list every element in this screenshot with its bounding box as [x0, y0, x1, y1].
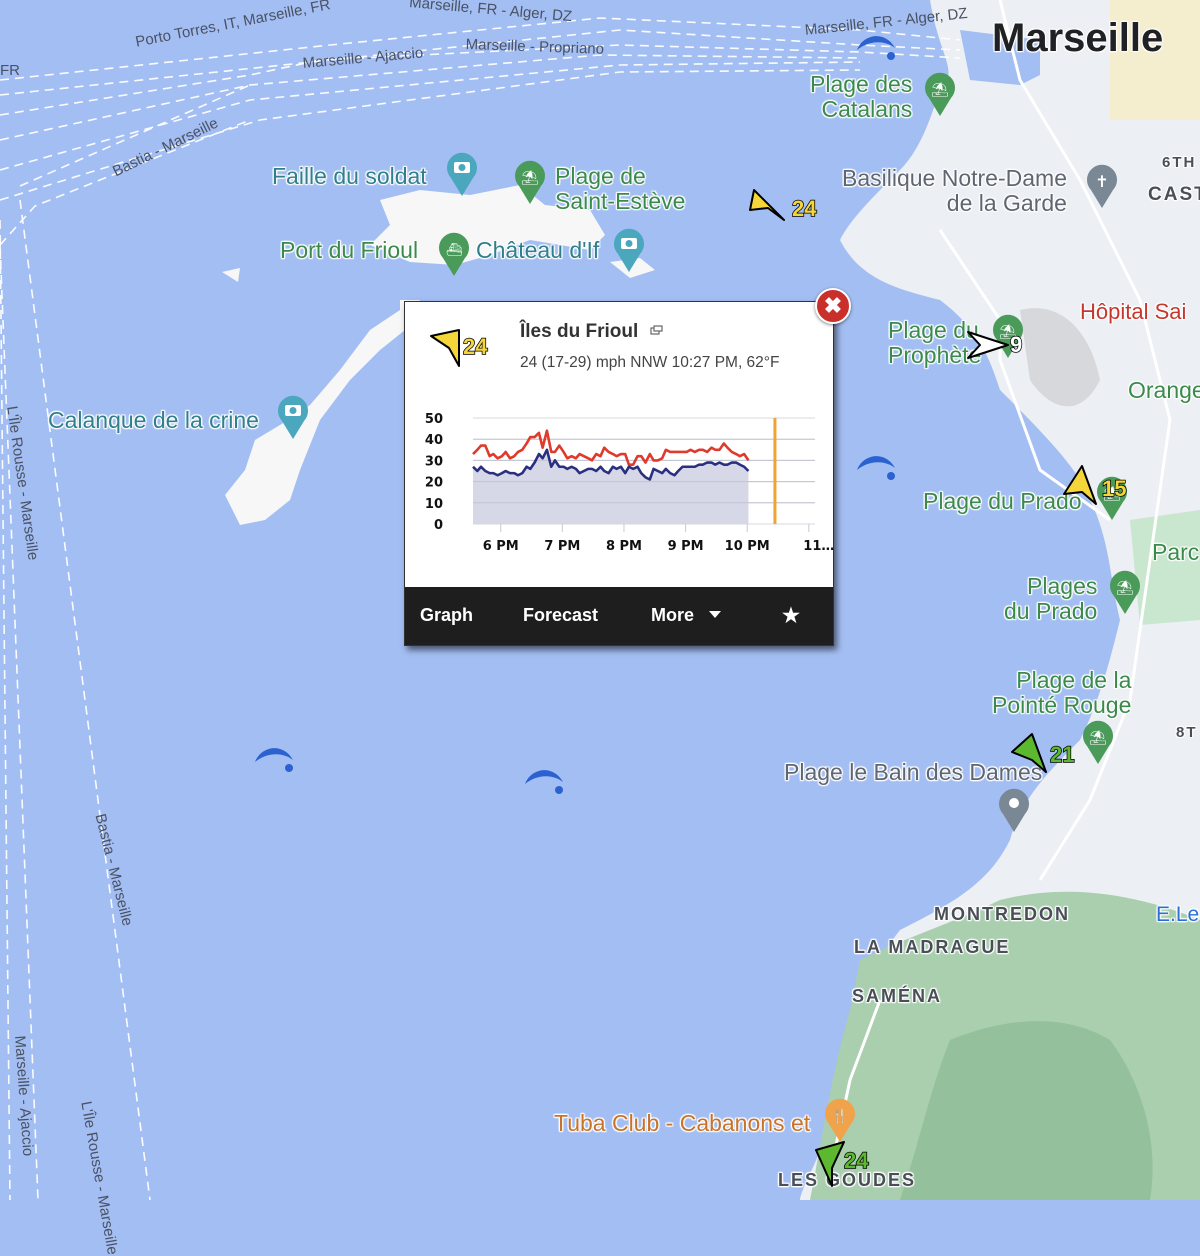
- wind-marker[interactable]: 15: [1062, 464, 1127, 513]
- x-tick-label: 11…: [803, 539, 833, 554]
- ferry-route-label: FR: [0, 62, 20, 79]
- poi-label-hopital[interactable]: Hôpital Sai: [1080, 299, 1186, 325]
- route-line: [0, 69, 861, 201]
- church-pin-icon[interactable]: ✝: [1085, 164, 1119, 208]
- svg-text:⛱: ⛱: [1116, 579, 1134, 595]
- route-line: [0, 61, 861, 171]
- poi-label-chateau-dif[interactable]: Château d'If: [476, 238, 599, 263]
- wind-chart[interactable]: 0 10 20 30 40 50 6 PM 7 PM 8 PM 9 PM 10 PM 11…: [405, 402, 833, 562]
- poi-label-faille-du-soldat[interactable]: Faille du soldat: [272, 164, 427, 189]
- wind-arrow-icon: [815, 1141, 845, 1187]
- wind-marker[interactable]: 24: [748, 186, 817, 231]
- station-wind-marker: 24: [429, 328, 488, 373]
- wind-arrow-icon: [430, 329, 460, 367]
- poi-label-calanque-de-la-crine[interactable]: Calanque de la crine: [48, 408, 259, 433]
- x-tick-label: 7 PM: [544, 539, 580, 554]
- kite-spot-icon[interactable]: [855, 30, 899, 64]
- station-name[interactable]: Îles du Frioul: [520, 321, 638, 342]
- poi-label-plage-saint-esteve[interactable]: Plage de Saint-Estève: [555, 164, 685, 214]
- photo-pin-icon[interactable]: [445, 152, 479, 196]
- popup-toolbar: Graph Forecast More ★: [405, 587, 833, 645]
- poi-label-notre-dame[interactable]: Basilique Notre-Dame de la Garde: [842, 166, 1067, 216]
- district-label: 8T: [1176, 724, 1198, 741]
- beach-pin-icon[interactable]: ⛱: [1081, 720, 1115, 764]
- ferry-pin-icon[interactable]: ⛴: [437, 232, 471, 276]
- restaurant-pin-icon[interactable]: 🍴: [823, 1098, 857, 1142]
- island-tiboulen: [222, 268, 240, 282]
- beach-pin-icon[interactable]: ⛱: [513, 160, 547, 204]
- more-menu[interactable]: More: [651, 605, 722, 626]
- photo-pin-icon[interactable]: [612, 228, 646, 272]
- series-line-gust: [472, 429, 750, 466]
- wind-marker[interactable]: 21: [1010, 732, 1075, 781]
- place-pin-icon[interactable]: [997, 788, 1031, 832]
- wind-speed: 21: [1049, 741, 1075, 768]
- svg-text:⛱: ⛱: [521, 169, 539, 185]
- y-tick-label: 10: [425, 497, 443, 512]
- district-label: CAST: [1148, 184, 1200, 205]
- route-line: [0, 119, 251, 246]
- poi-label-orange[interactable]: Orange: [1128, 378, 1200, 403]
- svg-text:🍴: 🍴: [832, 1108, 848, 1124]
- poi-label-plage-des-catalans[interactable]: Plage des Catalans: [810, 72, 912, 122]
- beach-pin-icon[interactable]: ⛱: [1108, 570, 1142, 614]
- photo-pin-icon[interactable]: [276, 395, 310, 439]
- poi-label-tuba-club[interactable]: Tuba Club - Cabanons et: [554, 1111, 810, 1136]
- y-tick-label: 20: [425, 476, 443, 491]
- poi-label-plage-du-prado[interactable]: Plage du Prado: [923, 489, 1082, 514]
- wind-arrow-icon: [1063, 465, 1097, 505]
- district-label: 6TH: [1162, 154, 1197, 171]
- kite-spot-icon[interactable]: [523, 764, 567, 798]
- y-tick-label: 40: [425, 433, 443, 448]
- more-label: More: [651, 605, 695, 625]
- y-tick-label: 0: [434, 518, 443, 533]
- x-tick-label: 8 PM: [606, 539, 642, 554]
- svg-text:⛱: ⛱: [1089, 729, 1107, 745]
- poi-label-bain-des-dames[interactable]: Plage le Bain des Dames: [784, 760, 1042, 785]
- wind-marker[interactable]: 24: [814, 1140, 869, 1193]
- wind-speed: 15: [1101, 475, 1127, 502]
- poi-label-pointe-rouge[interactable]: Plage de la Pointé Rouge: [992, 668, 1131, 718]
- wind-speed: 24: [843, 1147, 869, 1174]
- wind-arrow-icon: [749, 189, 785, 221]
- chevron-down-icon: [709, 611, 722, 618]
- y-tick-label: 50: [425, 412, 443, 427]
- svg-text:✝: ✝: [1095, 174, 1108, 191]
- station-details: 24 (17-29) mph NNW 10:27 PM, 62°F: [520, 354, 780, 371]
- external-window-icon[interactable]: [649, 325, 663, 335]
- kite-spot-icon[interactable]: [855, 450, 899, 484]
- forecast-tab[interactable]: Forecast: [523, 605, 598, 626]
- district-label-samena: SAMÉNA: [852, 986, 943, 1006]
- svg-text:⛴: ⛴: [446, 242, 463, 257]
- beach-pin-icon[interactable]: ⛱: [923, 72, 957, 116]
- poi-label-plages-du-prado[interactable]: Plages du Prado: [1004, 574, 1097, 624]
- x-tick-label: 9 PM: [668, 539, 704, 554]
- route-line: [19, 199, 151, 1200]
- kite-spot-icon[interactable]: [253, 742, 297, 776]
- close-button[interactable]: ✖: [815, 288, 851, 324]
- graph-tab[interactable]: Graph: [420, 605, 473, 626]
- station-popup: ✖ 24 Îles du Frioul 24 (17-29) mph NNW 1…: [404, 288, 851, 646]
- wind-arrow-icon: [967, 331, 1009, 359]
- transit-label[interactable]: E.Le: [1156, 903, 1199, 927]
- station-title[interactable]: Îles du Frioul: [520, 321, 663, 343]
- y-tick-label: 30: [425, 454, 443, 469]
- wind-speed: 24: [791, 195, 817, 222]
- svg-text:⛱: ⛱: [931, 81, 949, 97]
- wind-arrow-icon: [1011, 733, 1047, 773]
- average-area: [473, 449, 749, 524]
- station-wind-speed: 24: [462, 333, 488, 360]
- poi-label-port-du-frioul[interactable]: Port du Frioul: [280, 238, 418, 263]
- wind-marker[interactable]: 9: [966, 328, 1023, 367]
- district-label-la-madrague: LA MADRAGUE: [854, 937, 1011, 957]
- city-label: Marseille: [992, 16, 1164, 60]
- district-label-montredon: MONTREDON: [934, 904, 1070, 924]
- x-tick-label: 10 PM: [725, 539, 770, 554]
- wind-speed: 9: [1009, 331, 1023, 358]
- x-tick-label: 6 PM: [483, 539, 519, 554]
- star-icon[interactable]: ★: [782, 603, 800, 628]
- poi-label-parc[interactable]: Parc: [1152, 540, 1199, 565]
